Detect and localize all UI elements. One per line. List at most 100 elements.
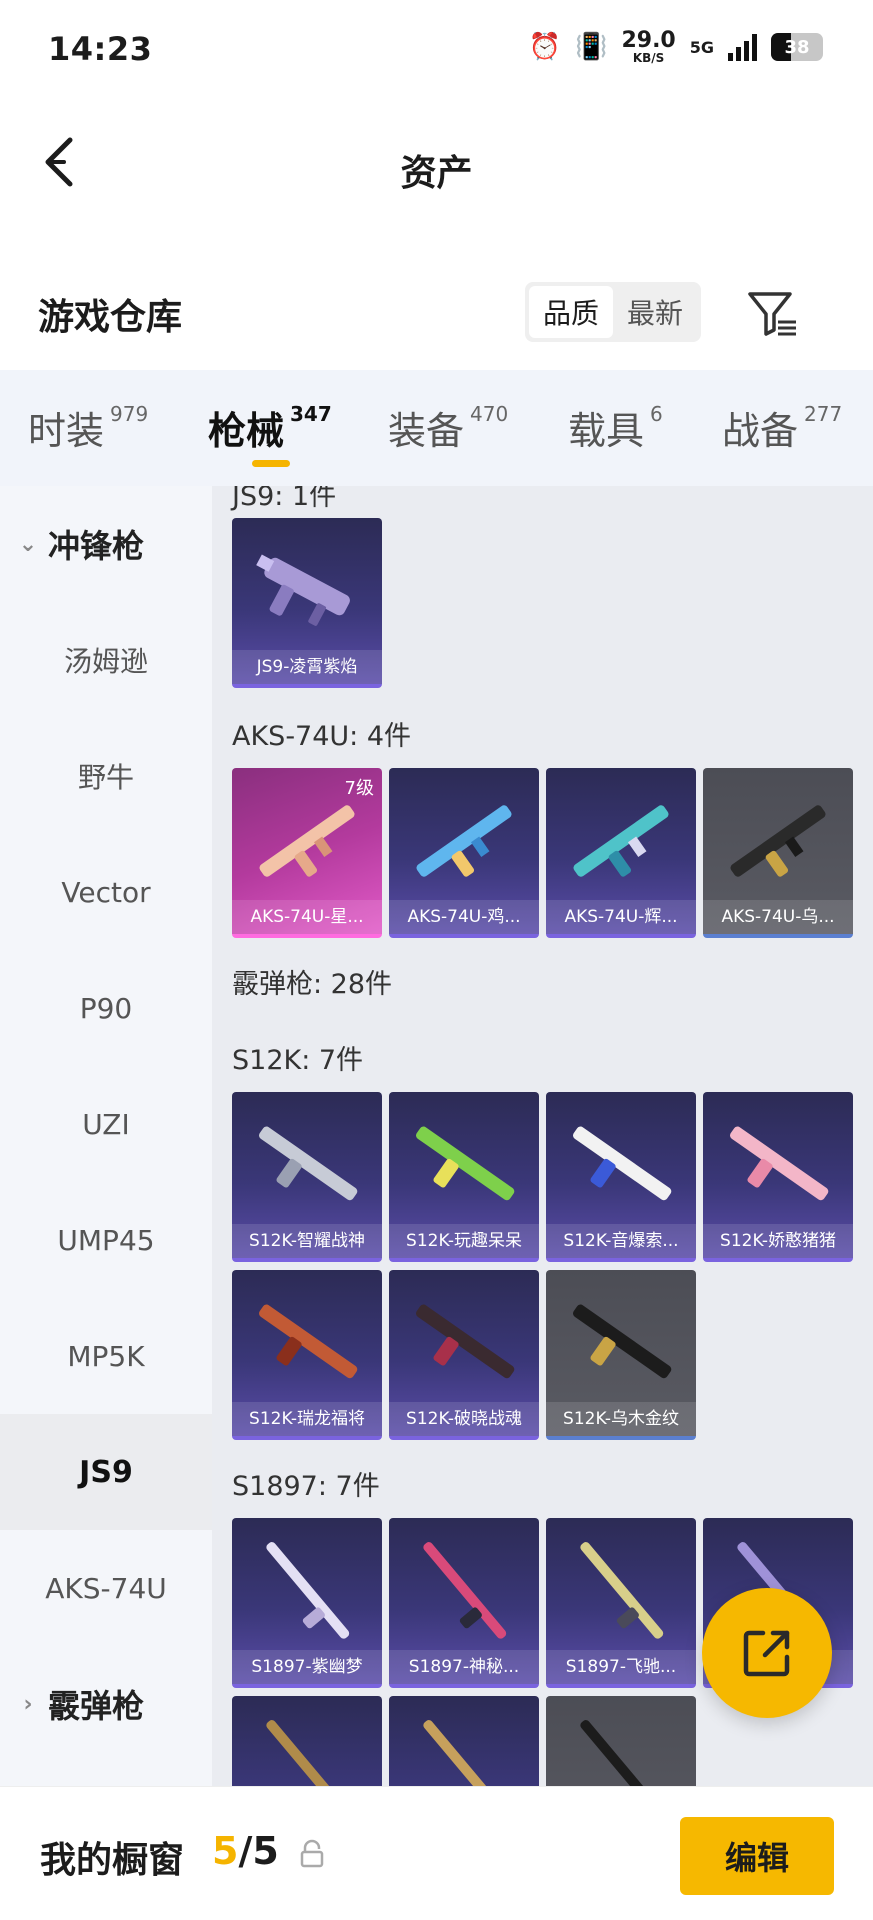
showcase-count: 5/5 — [212, 1829, 279, 1873]
edit-button[interactable]: 编辑 — [680, 1817, 834, 1895]
weapon-card-name: S12K-瑞龙福将 — [232, 1402, 382, 1436]
weapon-card-name: AKS-74U-乌... — [703, 900, 853, 934]
share-button[interactable] — [702, 1588, 832, 1718]
weapon-card[interactable]: S12K-玩趣呆呆 — [389, 1092, 539, 1262]
weapon-card[interactable]: AKS-74U-乌... — [703, 768, 853, 938]
weapon-rifle-icon — [730, 805, 826, 877]
weapon-card-name: S12K-音爆索... — [546, 1224, 696, 1258]
section-header-shotgun: 霰弹枪: 28件 — [232, 969, 393, 1000]
weapon-card[interactable]: 7级 AKS-74U-星... — [232, 768, 382, 938]
active-tab-indicator — [252, 460, 290, 467]
weapon-level-badge: 7级 — [344, 778, 374, 799]
lock-icon — [300, 1839, 324, 1868]
sidebar-item-bizon[interactable]: 野牛 — [0, 718, 212, 834]
sort-toggle: 品质 最新 — [525, 282, 701, 342]
signal-icon — [728, 33, 757, 61]
warehouse-row: 游戏仓库 品质 最新 — [0, 260, 873, 370]
weapon-rifle-icon — [573, 805, 669, 877]
weapon-card[interactable]: AKS-74U-鸡... — [389, 768, 539, 938]
status-time: 14:23 — [48, 30, 153, 68]
sidebar-item-aks74u[interactable]: AKS-74U — [0, 1530, 212, 1646]
sort-latest-button[interactable]: 最新 — [613, 286, 697, 338]
nav-header: 资产 — [0, 104, 873, 224]
weapon-card[interactable]: AKS-74U-辉... — [546, 768, 696, 938]
weapon-card-name: S1897-飞驰... — [546, 1650, 696, 1684]
section-header-s12k: S12K: 7件 — [232, 1045, 364, 1076]
warehouse-title: 游戏仓库 — [38, 297, 183, 338]
weapon-rifle-icon — [259, 805, 355, 877]
weapon-shotgun-icon — [416, 1304, 515, 1379]
weapon-card-name: JS9-凌霄紫焰 — [232, 650, 382, 684]
sidebar-item-uzi[interactable]: UZI — [0, 1066, 212, 1182]
sidebar-group-shotgun[interactable]: › 霰弹枪 — [0, 1646, 212, 1762]
alarm-icon: ⏰ — [528, 32, 562, 62]
status-icons: ⏰ 📳 29.0 KB/S 5G 38 — [529, 30, 823, 64]
tab-supplies[interactable]: 战备 277 — [722, 400, 842, 455]
weapon-card[interactable]: S1897-飞驰... — [546, 1518, 696, 1688]
weapon-card[interactable]: S12K-破晓战魂 — [389, 1270, 539, 1440]
weapon-card[interactable]: S12K-乌木金纹 — [546, 1270, 696, 1440]
category-tabs: 时装 979 枪械 347 装备 470 载具 6 战备 277 — [0, 370, 873, 486]
weapon-sidebar: ⌄ 冲锋枪 汤姆逊 野牛 Vector P90 UZI UMP45 MP5K J… — [0, 486, 212, 1786]
weapon-card[interactable]: S12K-瑞龙福将 — [232, 1270, 382, 1440]
filter-icon — [748, 292, 796, 336]
tab-gear[interactable]: 装备 470 — [388, 400, 508, 455]
weapon-shotgun-icon — [573, 1126, 672, 1201]
weapon-card[interactable]: JS9-凌霄紫焰 — [232, 518, 382, 688]
weapon-card[interactable] — [389, 1696, 539, 1786]
weapon-shotgun-icon — [416, 1126, 515, 1201]
weapon-card-name: S12K-破晓战魂 — [389, 1402, 539, 1436]
weapon-card[interactable] — [232, 1696, 382, 1786]
tab-fashion[interactable]: 时装 979 — [28, 400, 148, 455]
section-header-js9: JS9: 1件 — [232, 486, 337, 512]
weapon-card-name: AKS-74U-辉... — [546, 900, 696, 934]
chevron-right-icon: › — [23, 1691, 33, 1717]
weapon-card[interactable] — [546, 1696, 696, 1786]
sidebar-item-thompson[interactable]: 汤姆逊 — [0, 602, 212, 718]
weapon-shotgun-icon — [266, 1720, 350, 1786]
battery-icon: 38 — [771, 33, 823, 61]
tab-vehicles[interactable]: 载具 6 — [568, 400, 663, 455]
weapon-shotgun-icon — [580, 1542, 664, 1639]
weapon-card-name: S1897-神秘... — [389, 1650, 539, 1684]
weapon-card-name: S12K-娇憨猪猪 — [703, 1224, 853, 1258]
showcase-bar: 我的橱窗 5/5 编辑 — [0, 1786, 873, 1920]
sidebar-item-vector[interactable]: Vector — [0, 834, 212, 950]
weapon-card[interactable]: S12K-娇憨猪猪 — [703, 1092, 853, 1262]
weapon-shotgun-icon — [423, 1720, 507, 1786]
weapon-shotgun-icon — [423, 1542, 507, 1639]
sidebar-item-ump45[interactable]: UMP45 — [0, 1182, 212, 1298]
status-bar: 14:23 ⏰ 📳 29.0 KB/S 5G 38 — [0, 0, 873, 104]
tab-weapons[interactable]: 枪械 347 — [208, 400, 332, 455]
weapon-shotgun-icon — [580, 1720, 664, 1786]
sidebar-item-js9[interactable]: JS9 — [0, 1414, 212, 1530]
weapon-card-name: S12K-乌木金纹 — [546, 1402, 696, 1436]
net-speed: 29.0 KB/S — [621, 28, 676, 65]
section-header-aks74u: AKS-74U: 4件 — [232, 721, 412, 752]
weapon-card-name: AKS-74U-鸡... — [389, 900, 539, 934]
weapon-card[interactable]: S12K-智耀战神 — [232, 1092, 382, 1262]
weapon-card[interactable]: S1897-神秘... — [389, 1518, 539, 1688]
weapon-card[interactable]: S12K-音爆索... — [546, 1092, 696, 1262]
weapon-rifle-icon — [416, 805, 512, 877]
weapon-shotgun-icon — [573, 1304, 672, 1379]
weapon-card-name: S12K-智耀战神 — [232, 1224, 382, 1258]
weapon-card-name: S12K-玩趣呆呆 — [389, 1224, 539, 1258]
weapon-card-name: AKS-74U-星... — [232, 900, 382, 934]
share-icon — [743, 1630, 790, 1677]
weapon-shotgun-icon — [730, 1126, 829, 1201]
sidebar-item-p90[interactable]: P90 — [0, 950, 212, 1066]
weapon-card-name: S1897-紫幽梦 — [232, 1650, 382, 1684]
network-type: 5G — [689, 37, 714, 57]
weapon-card[interactable]: S1897-紫幽梦 — [232, 1518, 382, 1688]
page-title: 资产 — [400, 153, 473, 194]
filter-button[interactable] — [744, 286, 800, 342]
weapon-shotgun-icon — [266, 1542, 350, 1639]
showcase-title: 我的橱窗 — [40, 1840, 185, 1881]
sort-quality-button[interactable]: 品质 — [529, 286, 613, 338]
sidebar-item-mp5k[interactable]: MP5K — [0, 1298, 212, 1414]
sidebar-group-smg[interactable]: ⌄ 冲锋枪 — [0, 486, 212, 602]
weapon-shotgun-icon — [259, 1126, 358, 1201]
vibrate-icon: 📳 — [575, 32, 608, 62]
section-header-s1897: S1897: 7件 — [232, 1471, 380, 1502]
